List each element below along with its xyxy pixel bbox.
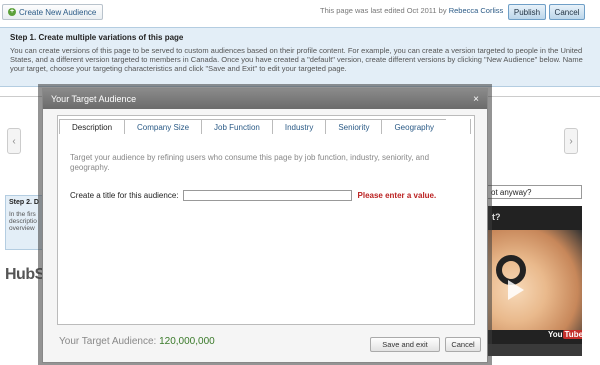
step1-instructions: Step 1. Create multiple variations of th… (0, 27, 600, 87)
cancel-button[interactable]: Cancel (549, 4, 585, 20)
create-new-audience-label: Create New Audience (19, 7, 97, 17)
video-player[interactable]: t? You Tube (486, 206, 582, 356)
chevron-right-icon[interactable]: › (564, 128, 578, 154)
step1-body: You can create versions of this page to … (10, 46, 583, 73)
video-controls[interactable] (486, 344, 582, 356)
youtube-logo-you: You (548, 330, 563, 339)
target-audience-modal: Your Target Audience × Description Compa… (42, 88, 488, 363)
audience-title-label: Create a title for this audience: (70, 191, 179, 200)
publish-button[interactable]: Publish (508, 4, 546, 20)
target-audience-count: 120,000,000 (159, 336, 215, 347)
plus-circle-icon: + (8, 8, 16, 16)
modal-description: Target your audience by refining users w… (70, 153, 430, 172)
step2-body: In the firs descriptio overview (9, 211, 37, 232)
audience-title-input[interactable] (182, 190, 352, 201)
modal-body (57, 115, 475, 325)
top-bar: + Create New Audience This page was last… (0, 0, 600, 24)
play-icon[interactable] (508, 280, 524, 300)
tab-description[interactable]: Description (59, 119, 126, 134)
youtube-logo[interactable]: You Tube (548, 330, 582, 339)
modal-header: Your Target Audience × (43, 89, 487, 109)
save-and-exit-button[interactable]: Save and exit (370, 337, 440, 352)
target-audience-label: Your Target Audience: (59, 336, 157, 347)
tab-job-function[interactable]: Job Function (201, 119, 273, 134)
audience-tabs: Description Company Size Job Function In… (59, 119, 472, 134)
last-edited-text: This page was last edited Oct 2011 by Re… (320, 6, 503, 15)
youtube-logo-tube: Tube (562, 330, 582, 339)
last-edited-author[interactable]: Rebecca Corliss (449, 6, 504, 15)
audience-title-error: Please enter a value. (357, 191, 437, 200)
step1-title: Step 1. Create multiple variations of th… (10, 33, 184, 42)
tab-seniority[interactable]: Seniority (325, 119, 383, 134)
tab-industry[interactable]: Industry (271, 119, 327, 134)
modal-title: Your Target Audience (51, 94, 137, 104)
audience-title-row: Create a title for this audience: Please… (70, 190, 470, 201)
target-audience-summary: Your Target Audience: 120,000,000 (59, 336, 215, 347)
chevron-left-icon[interactable]: ‹ (7, 128, 21, 154)
tab-filler (446, 119, 472, 134)
last-edited-prefix: This page was last edited Oct 2011 by (320, 6, 447, 15)
video-title: t? (492, 212, 501, 222)
create-new-audience-button[interactable]: + Create New Audience (2, 4, 104, 20)
background-text-field[interactable]: ot anyway? (486, 185, 582, 199)
video-thumbnail (486, 230, 582, 330)
tab-geography[interactable]: Geography (381, 119, 448, 134)
tab-company-size[interactable]: Company Size (124, 119, 203, 134)
close-icon[interactable]: × (473, 94, 479, 105)
modal-cancel-button[interactable]: Cancel (445, 337, 481, 352)
